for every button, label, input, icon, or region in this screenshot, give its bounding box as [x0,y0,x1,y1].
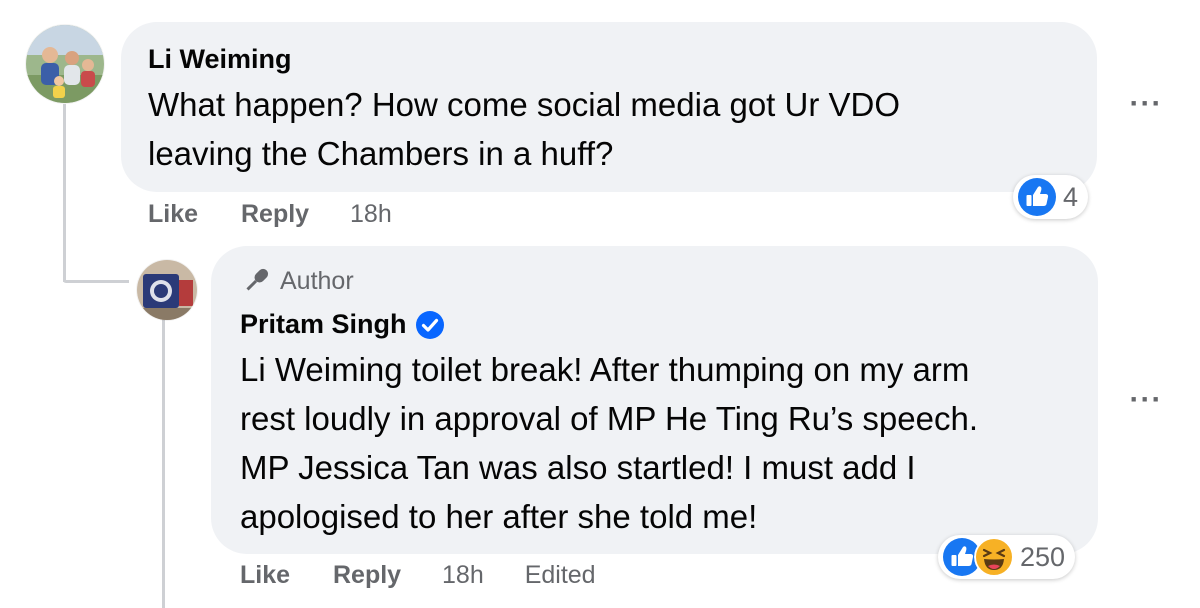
avatar-pritam-singh[interactable] [137,260,197,320]
avatar-li-weiming[interactable] [26,25,104,103]
reply-timestamp[interactable]: 18h [442,561,484,589]
reply-reply-button[interactable]: Reply [333,561,401,589]
haha-icon [974,537,1014,577]
like-button[interactable]: Like [148,200,198,228]
comment-text: What happen? How come social media got U… [148,80,900,178]
reply-text-line: rest loudly in approval of MP He Ting Ru… [240,400,979,437]
reply-text: Li Weiming toilet break! After thumping … [240,345,978,541]
verified-icon [415,310,444,339]
thread-line-vertical [63,104,66,282]
reply-text-line: MP Jessica Tan was also startled! I must… [240,449,916,486]
reply-reaction-count: 250 [1020,541,1066,572]
author-badge-label: Author [280,266,354,295]
reply-button[interactable]: Reply [241,200,309,228]
comment-text-line: leaving the Chambers in a huff? [148,135,614,172]
reply-author-name[interactable]: Pritam Singh [240,309,445,340]
reply-like-button[interactable]: Like [240,561,290,589]
author-badge: Author [240,266,354,296]
reply-author-name-text: Pritam Singh [240,309,407,339]
comment-author-name[interactable]: Li Weiming [148,44,292,75]
reply-reaction-summary[interactable]: 250 [938,535,1076,579]
reaction-count: 4 [1063,181,1079,212]
reply-text-line: Li Weiming toilet break! After thumping … [240,351,970,388]
comment-text-line: What happen? How come social media got U… [148,86,901,123]
thread-line-curve [63,280,129,283]
reaction-summary[interactable]: 4 [1013,175,1089,219]
more-options-button[interactable]: ··· [1124,82,1168,126]
reply-text-line: apologised to her after she told me! [240,498,758,535]
like-icon [1018,178,1056,216]
comment-timestamp[interactable]: 18h [350,200,392,228]
thread-line-reply-vertical [162,318,165,608]
reply-actions: Like Reply 18h Edited [240,561,596,590]
edited-label[interactable]: Edited [525,561,596,589]
reply-more-options-button[interactable]: ··· [1124,378,1168,422]
microphone-icon [246,268,269,291]
comment-actions: Like Reply 18h [148,200,392,229]
